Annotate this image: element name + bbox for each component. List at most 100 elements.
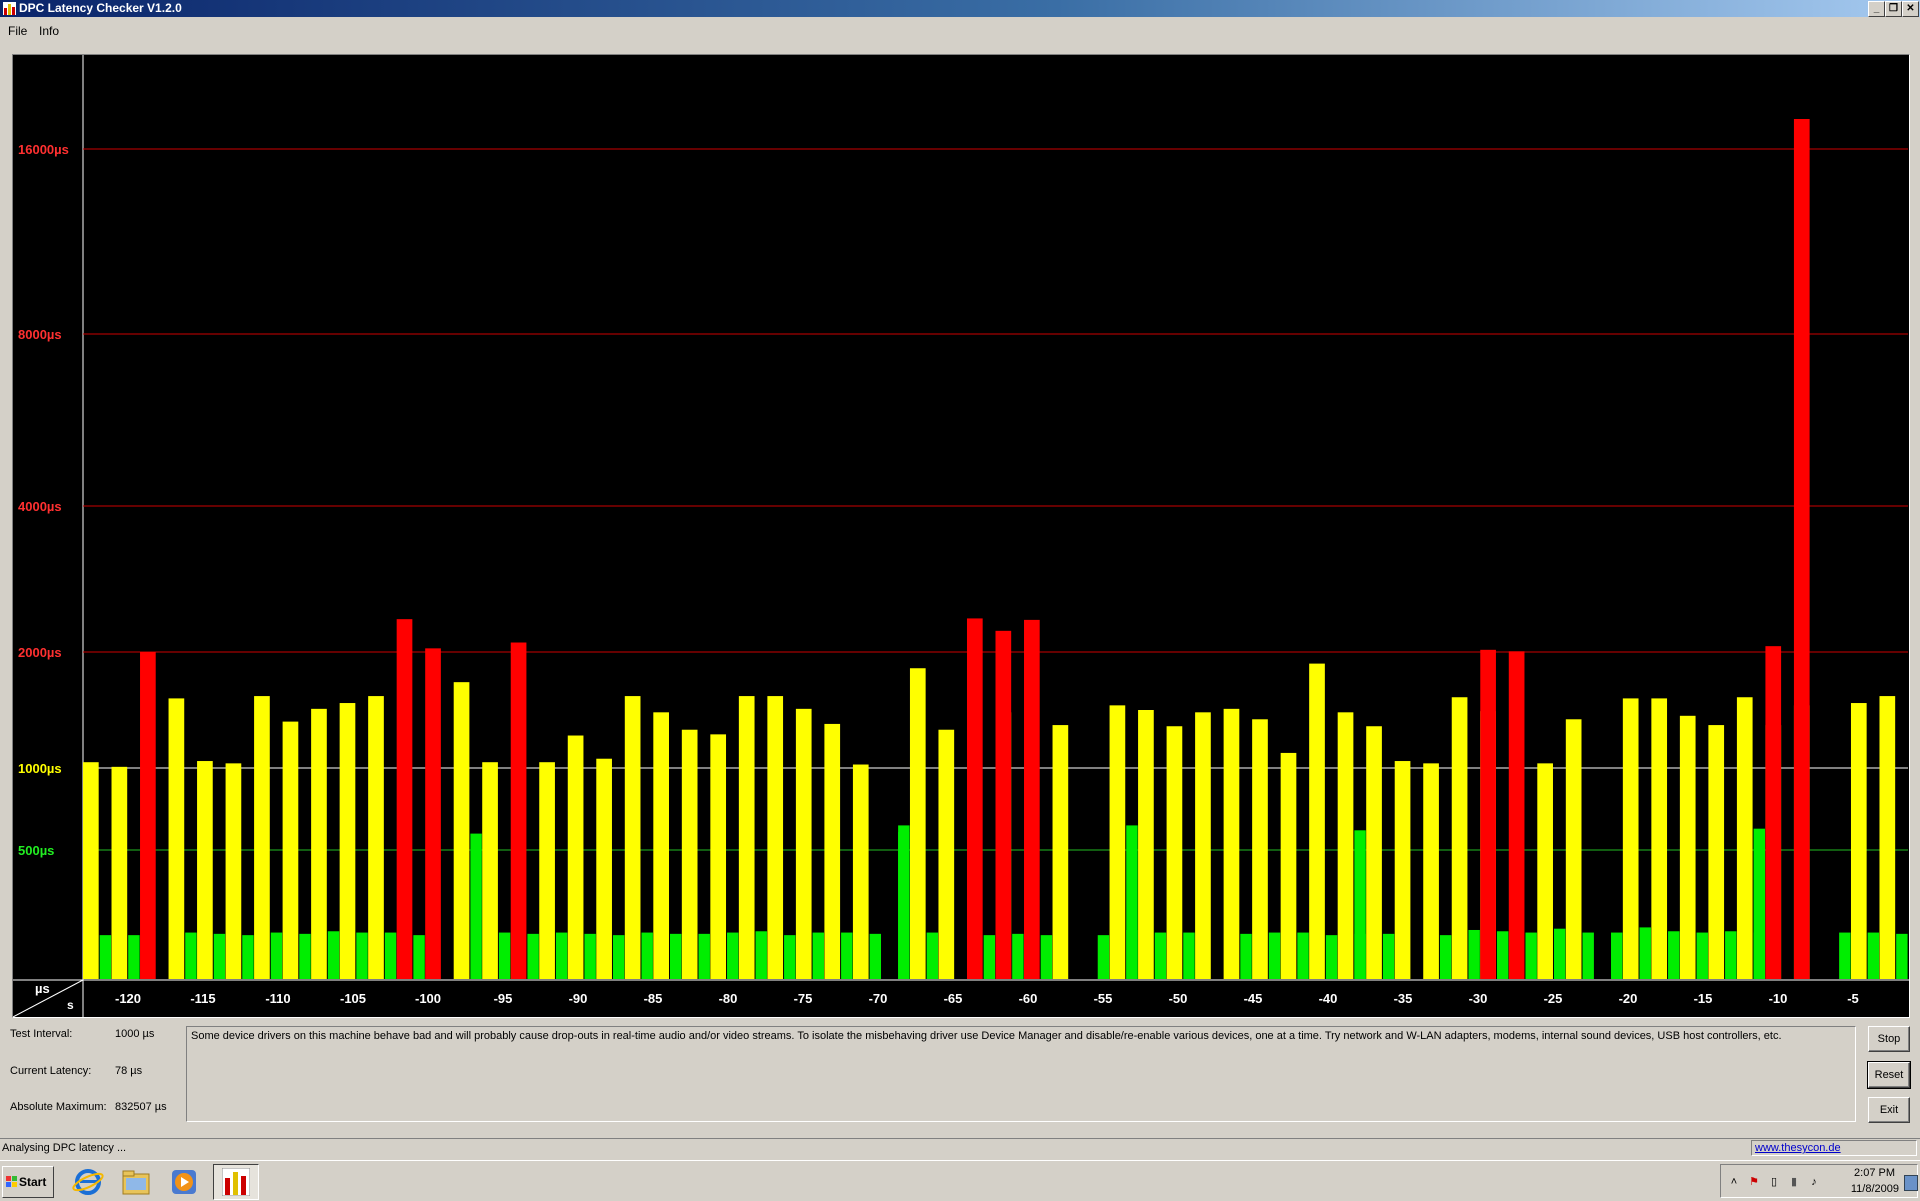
latency-bar-green xyxy=(1154,932,1167,979)
latency-bar-yellow xyxy=(1394,761,1411,979)
y-tick-label: 8000µs xyxy=(18,327,62,342)
latency-bar-yellow xyxy=(653,712,669,979)
latency-bar-green xyxy=(869,933,882,979)
network-icon[interactable]: ▮ xyxy=(1787,1176,1801,1189)
x-tick-label: -85 xyxy=(644,991,663,1006)
x-tick-label: -60 xyxy=(1019,991,1038,1006)
media-player-icon[interactable] xyxy=(166,1165,202,1199)
latency-bar-green xyxy=(755,931,767,979)
latency-bar-green xyxy=(99,935,112,979)
action-center-icon[interactable]: ⚑ xyxy=(1747,1176,1761,1189)
latency-bar-red xyxy=(1793,119,1810,979)
latency-bar-yellow xyxy=(83,762,99,979)
show-hidden-icons-icon[interactable]: ˄ xyxy=(1727,1176,1741,1189)
latency-bar-yellow xyxy=(681,729,698,979)
latency-bar-yellow xyxy=(311,708,327,979)
latency-bar-green xyxy=(299,933,311,979)
x-tick-label: -115 xyxy=(190,991,215,1006)
latency-bar-yellow xyxy=(1651,698,1668,979)
app-icon xyxy=(3,2,16,15)
latency-bar-green xyxy=(926,932,939,979)
latency-bar-yellow xyxy=(339,703,356,979)
x-tick-label: -80 xyxy=(719,991,738,1006)
latency-bar-green xyxy=(898,825,910,979)
latency-bar-green xyxy=(327,931,340,979)
latency-bar-green xyxy=(1012,933,1024,979)
latency-bar-yellow xyxy=(539,762,555,979)
latency-bar-green xyxy=(641,932,653,979)
latency-bar-green xyxy=(1639,927,1651,979)
latency-bar-yellow xyxy=(824,723,841,979)
latency-bar-red xyxy=(425,648,441,979)
x-tick-label: -75 xyxy=(794,991,813,1006)
latency-bar-yellow xyxy=(1537,763,1553,979)
usb-device-icon[interactable]: ▯ xyxy=(1767,1176,1781,1189)
latency-bar-yellow xyxy=(225,763,242,979)
restore-button[interactable]: ❐ xyxy=(1885,1,1902,17)
latency-bar-yellow xyxy=(368,696,384,979)
title-bar: DPC Latency Checker V1.2.0 _ ❐ ✕ xyxy=(0,0,1920,17)
latency-bar-yellow xyxy=(254,696,270,979)
latency-bar-yellow xyxy=(710,734,727,979)
clock-date[interactable]: 11/8/2009 xyxy=(1845,1183,1899,1195)
absolute-maximum-label: Absolute Maximum: xyxy=(10,1101,107,1113)
menu-info[interactable]: Info xyxy=(39,24,59,38)
stop-button[interactable]: Stop xyxy=(1868,1026,1910,1052)
dpc-latency-checker-icon xyxy=(222,1168,250,1196)
internet-explorer-icon[interactable] xyxy=(70,1165,106,1199)
x-tick-label: -100 xyxy=(415,991,441,1006)
latency-bar-green xyxy=(1268,932,1281,979)
menu-file[interactable]: File xyxy=(8,24,27,38)
latency-bar-green xyxy=(983,935,996,979)
latency-bar-yellow xyxy=(1280,752,1297,979)
latency-bar-green xyxy=(1354,830,1366,979)
clock-time[interactable]: 2:07 PM xyxy=(1853,1167,1895,1179)
latency-bar-yellow xyxy=(111,766,128,979)
latency-bar-yellow xyxy=(482,762,498,979)
exit-button[interactable]: Exit xyxy=(1868,1097,1910,1123)
latency-bar-yellow xyxy=(1166,726,1183,979)
website-link[interactable]: www.thesycon.de xyxy=(1755,1142,1841,1154)
minimize-button[interactable]: _ xyxy=(1868,1,1885,17)
absolute-maximum-value: 832507 µs xyxy=(115,1101,167,1113)
menu-bar: File Info xyxy=(0,19,1920,41)
latency-bar-red xyxy=(966,618,983,979)
latency-bar-green xyxy=(213,933,226,979)
x-tick-label: -20 xyxy=(1619,991,1638,1006)
show-desktop-icon[interactable] xyxy=(1904,1175,1918,1191)
x-axis-unit: s xyxy=(67,998,74,1012)
latency-bar-yellow xyxy=(1708,725,1725,979)
status-link-panel: www.thesycon.de xyxy=(1751,1140,1917,1156)
latency-bar-yellow xyxy=(795,708,812,979)
latency-bar-yellow xyxy=(1337,712,1354,979)
latency-bar-yellow xyxy=(1252,719,1268,979)
x-tick-label: -40 xyxy=(1319,991,1338,1006)
x-tick-label: -70 xyxy=(869,991,888,1006)
x-tick-label: -35 xyxy=(1394,991,1413,1006)
latency-bar-yellow xyxy=(909,668,926,979)
latency-bar-green xyxy=(1896,933,1908,979)
latency-bar-red xyxy=(510,642,527,979)
latency-chart: 16000µs 8000µs 4000µs 2000µs 1000µs 500µs -120… xyxy=(12,54,1910,1018)
latency-bar-green xyxy=(128,935,140,979)
status-text: Analysing DPC latency ... xyxy=(2,1142,127,1154)
x-tick-label: -15 xyxy=(1694,991,1713,1006)
close-button[interactable]: ✕ xyxy=(1902,1,1919,17)
latency-bar-yellow xyxy=(738,696,755,979)
x-tick-label: -45 xyxy=(1244,991,1263,1006)
start-button[interactable]: Start xyxy=(2,1166,54,1198)
latency-bar-green xyxy=(242,935,254,979)
latency-bar-green xyxy=(1753,828,1765,979)
dpc-latency-checker-task[interactable] xyxy=(213,1164,259,1200)
x-tick-label: -110 xyxy=(265,991,290,1006)
latency-bar-yellow xyxy=(453,682,470,979)
latency-bar-green xyxy=(185,932,197,979)
volume-icon[interactable]: ♪ xyxy=(1807,1176,1821,1189)
latency-bar-red xyxy=(1765,646,1782,979)
reset-button[interactable]: Reset xyxy=(1867,1061,1911,1089)
latency-bar-yellow xyxy=(1052,725,1069,979)
latency-bar-green xyxy=(1582,932,1594,979)
windows-explorer-icon[interactable] xyxy=(118,1165,154,1199)
latency-bar-green xyxy=(1240,933,1252,979)
latency-bar-green xyxy=(1839,932,1851,979)
